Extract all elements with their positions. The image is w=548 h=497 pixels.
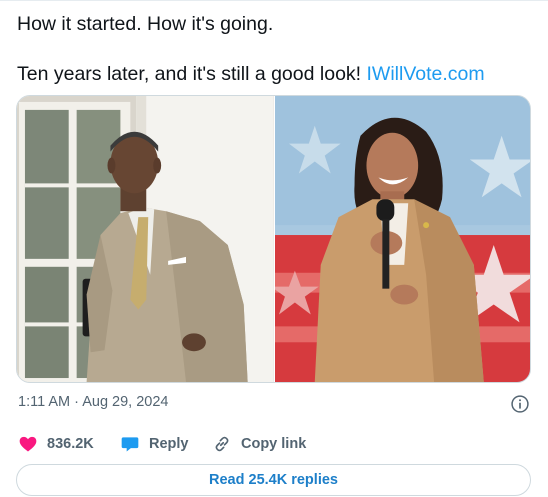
reply-bubble-icon — [121, 437, 139, 452]
media-grid — [16, 95, 531, 383]
tweet-timestamp[interactable]: 1:11 AM · Aug 29, 2024 — [18, 394, 168, 410]
info-icon[interactable] — [510, 394, 530, 414]
man-in-tan-suit-image — [17, 96, 274, 382]
tweet-text: How it started. How it's going. Ten year… — [17, 11, 527, 87]
action-bar: 836.2K Reply Copy link — [18, 433, 306, 455]
copy-link-button[interactable]: Copy link — [212, 434, 306, 454]
left-photo[interactable] — [17, 96, 274, 382]
tweet-detail: How it started. How it's going. Ten year… — [0, 0, 548, 497]
read-replies-button[interactable]: Read 25.4K replies — [16, 464, 531, 496]
tweet-text-line-2: Ten years later, and it's still a good l… — [17, 61, 527, 87]
iwillvote-link[interactable]: IWillVote.com — [367, 63, 485, 85]
like-button[interactable]: 836.2K — [18, 434, 120, 454]
tweet-text-line-2-body: Ten years later, and it's still a good l… — [17, 63, 362, 85]
tweet-text-line-1: How it started. How it's going. — [17, 13, 274, 35]
woman-in-tan-suit-image — [274, 96, 530, 382]
link-icon — [215, 436, 229, 452]
right-photo[interactable] — [274, 96, 530, 382]
like-count: 836.2K — [47, 436, 94, 452]
reply-label: Reply — [149, 436, 189, 452]
info-circle-icon — [511, 395, 529, 413]
copy-link-label: Copy link — [241, 436, 307, 452]
heart-icon — [19, 436, 37, 452]
reply-button[interactable]: Reply — [120, 434, 212, 454]
